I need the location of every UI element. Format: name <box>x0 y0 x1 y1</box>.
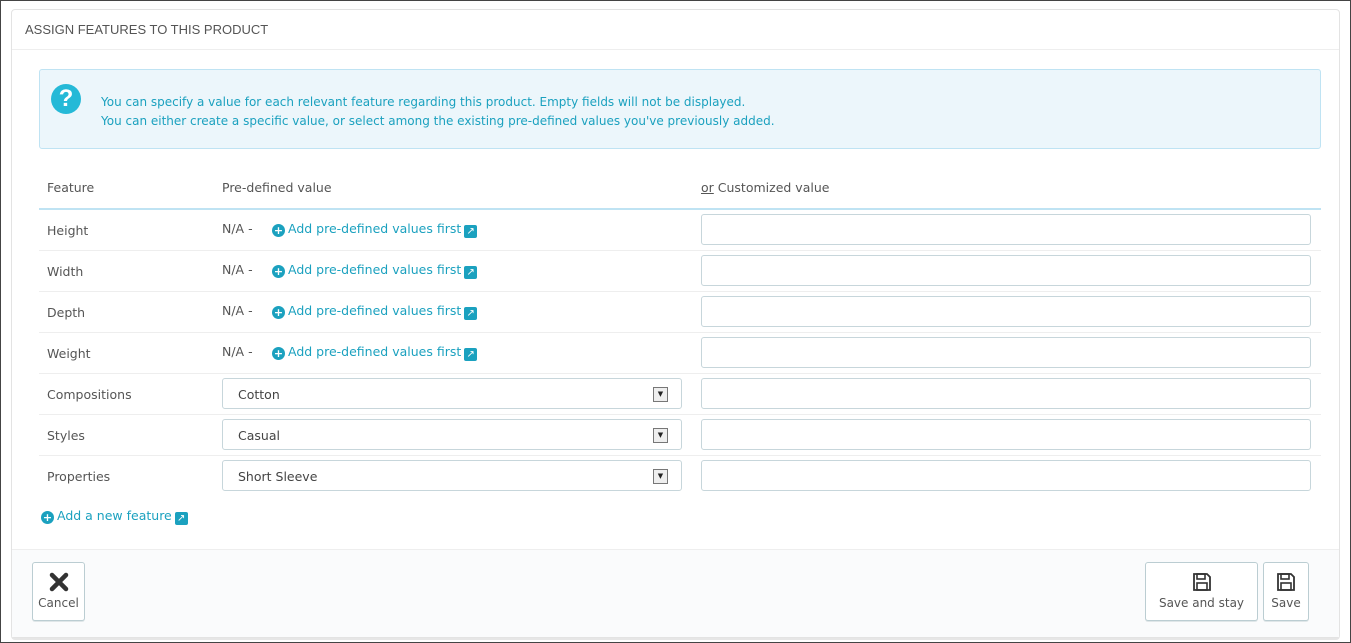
na-label: N/A - <box>222 344 253 359</box>
custom-value-input-width[interactable] <box>701 255 1311 286</box>
predefined-select-properties[interactable]: Short Sleeve ▼ <box>222 460 682 491</box>
header-feature: Feature <box>47 180 95 195</box>
header-customized-label: Customized value <box>713 180 830 195</box>
add-predefined-link[interactable]: + Add pre-defined values first ↗ <box>272 303 478 320</box>
feature-name: Properties <box>47 469 111 484</box>
header-predefined: Pre-defined value <box>222 180 332 195</box>
feature-row-styles: Styles Casual ▼ <box>39 415 1321 456</box>
feature-row-weight: Weight N/A - + Add pre-defined values fir… <box>39 333 1321 374</box>
cancel-label: Cancel <box>38 596 79 610</box>
alert-line-1: You can specify a value for each relevan… <box>101 95 746 109</box>
external-link-icon: ↗ <box>464 307 478 320</box>
external-link-icon: ↗ <box>174 512 188 525</box>
feature-name: Compositions <box>47 387 132 402</box>
feature-row-depth: Depth N/A - + Add pre-defined values firs… <box>39 292 1321 333</box>
external-link-icon: ↗ <box>464 266 478 279</box>
custom-value-input-depth[interactable] <box>701 296 1311 327</box>
custom-value-input-styles[interactable] <box>701 419 1311 450</box>
external-link-icon: ↗ <box>464 348 478 361</box>
cancel-button[interactable]: Cancel <box>32 562 85 621</box>
feature-row-properties: Properties Short Sleeve ▼ <box>39 456 1321 497</box>
feature-name: Depth <box>47 305 86 320</box>
plus-circle-icon: + <box>272 265 285 278</box>
panel-footer: Cancel Save and stay Save <box>12 549 1339 637</box>
predefined-select-compositions[interactable]: Cotton ▼ <box>222 378 682 409</box>
save-button[interactable]: Save <box>1263 562 1309 621</box>
custom-value-input-compositions[interactable] <box>701 378 1311 409</box>
add-predefined-link[interactable]: + Add pre-defined values first ↗ <box>272 221 478 238</box>
plus-circle-icon: + <box>272 347 285 360</box>
feature-row-width: Width N/A - + Add pre-defined values firs… <box>39 251 1321 292</box>
add-predefined-label: Add pre-defined values first <box>288 303 462 318</box>
select-value: Short Sleeve <box>238 469 318 484</box>
header-or: or <box>701 180 714 195</box>
close-icon <box>49 572 68 592</box>
plus-circle-icon: + <box>272 224 285 237</box>
na-label: N/A - <box>222 303 253 318</box>
na-label: N/A - <box>222 221 253 236</box>
add-predefined-label: Add pre-defined values first <box>288 344 462 359</box>
add-predefined-link[interactable]: + Add pre-defined values first ↗ <box>272 262 478 279</box>
select-value: Casual <box>238 428 280 443</box>
panel-title: ASSIGN FEATURES TO THIS PRODUCT <box>12 10 1339 50</box>
external-link-icon: ↗ <box>464 225 478 238</box>
feature-row-compositions: Compositions Cotton ▼ <box>39 374 1321 415</box>
table-header: Feature Pre-defined value or Customized … <box>39 170 1321 210</box>
question-icon: ? <box>51 84 81 114</box>
feature-name: Weight <box>47 346 91 361</box>
header-customized: or Customized value <box>701 180 829 195</box>
dropdown-arrow-icon: ▼ <box>653 428 668 443</box>
plus-circle-icon: + <box>41 511 54 524</box>
na-label: N/A - <box>222 262 253 277</box>
predefined-select-styles[interactable]: Casual ▼ <box>222 419 682 450</box>
add-predefined-label: Add pre-defined values first <box>288 221 462 236</box>
dropdown-arrow-icon: ▼ <box>653 469 668 484</box>
plus-circle-icon: + <box>272 306 285 319</box>
custom-value-input-properties[interactable] <box>701 460 1311 491</box>
floppy-disk-icon <box>1277 573 1295 591</box>
save-label: Save <box>1271 596 1301 610</box>
alert-text: You can specify a value for each relevan… <box>101 93 775 131</box>
feature-row-height: Height N/A - + Add pre-defined values fir… <box>39 210 1321 251</box>
info-alert: ? You can specify a value for each relev… <box>39 69 1321 149</box>
floppy-disk-icon <box>1192 573 1211 591</box>
alert-line-2: You can either create a specific value, … <box>101 114 775 128</box>
add-predefined-label: Add pre-defined values first <box>288 262 462 277</box>
features-panel: ASSIGN FEATURES TO THIS PRODUCT ? You ca… <box>11 9 1340 638</box>
feature-name: Styles <box>47 428 85 443</box>
add-predefined-link[interactable]: + Add pre-defined values first ↗ <box>272 344 478 361</box>
add-new-feature-label: Add a new feature <box>57 508 172 523</box>
save-and-stay-button[interactable]: Save and stay <box>1145 562 1258 621</box>
save-and-stay-label: Save and stay <box>1158 596 1245 610</box>
dropdown-arrow-icon: ▼ <box>653 387 668 402</box>
feature-name: Width <box>47 264 84 279</box>
add-new-feature-link[interactable]: + Add a new feature ↗ <box>41 508 188 525</box>
feature-name: Height <box>47 223 89 238</box>
custom-value-input-height[interactable] <box>701 214 1311 245</box>
custom-value-input-weight[interactable] <box>701 337 1311 368</box>
select-value: Cotton <box>238 387 280 402</box>
